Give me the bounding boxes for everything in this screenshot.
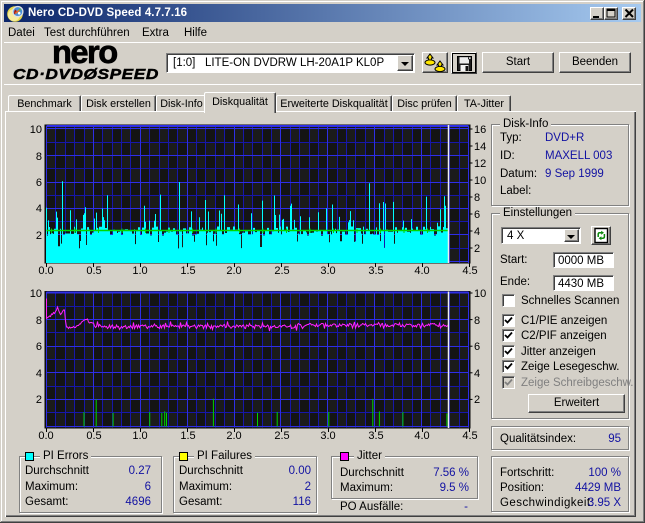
svg-text:0.5: 0.5 — [86, 430, 101, 442]
svg-text:2: 2 — [474, 243, 480, 255]
svg-text:1.5: 1.5 — [180, 265, 195, 277]
svg-text:8: 8 — [474, 192, 480, 204]
svg-text:10: 10 — [30, 288, 42, 300]
svg-text:1.0: 1.0 — [132, 430, 147, 442]
svg-text:8: 8 — [474, 315, 480, 327]
svg-text:6: 6 — [474, 341, 480, 353]
svg-text:16: 16 — [474, 124, 486, 136]
svg-text:0.5: 0.5 — [86, 265, 101, 277]
svg-text:3.5: 3.5 — [368, 430, 383, 442]
svg-text:4: 4 — [474, 368, 480, 380]
svg-text:2.5: 2.5 — [274, 430, 289, 442]
svg-text:8: 8 — [36, 151, 42, 163]
svg-text:4: 4 — [36, 203, 42, 215]
svg-text:4.0: 4.0 — [414, 265, 429, 277]
svg-text:4: 4 — [474, 226, 480, 238]
svg-text:6: 6 — [36, 177, 42, 189]
svg-text:1.0: 1.0 — [132, 265, 147, 277]
svg-text:10: 10 — [474, 288, 486, 300]
svg-text:10: 10 — [30, 124, 42, 136]
svg-text:2.5: 2.5 — [274, 265, 289, 277]
svg-text:4.5: 4.5 — [462, 265, 477, 277]
svg-text:3.0: 3.0 — [320, 265, 335, 277]
svg-text:2: 2 — [474, 394, 480, 406]
svg-text:0.0: 0.0 — [38, 265, 53, 277]
svg-text:3.0: 3.0 — [320, 430, 335, 442]
svg-text:12: 12 — [474, 158, 486, 170]
svg-text:2: 2 — [36, 230, 42, 242]
svg-text:2.0: 2.0 — [226, 265, 241, 277]
svg-text:6: 6 — [36, 341, 42, 353]
svg-text:4.0: 4.0 — [414, 430, 429, 442]
svg-text:2.0: 2.0 — [226, 430, 241, 442]
svg-text:10: 10 — [474, 175, 486, 187]
svg-text:1.5: 1.5 — [180, 430, 195, 442]
svg-text:3.5: 3.5 — [368, 265, 383, 277]
svg-text:14: 14 — [474, 141, 486, 153]
svg-text:8: 8 — [36, 315, 42, 327]
svg-text:0.0: 0.0 — [38, 430, 53, 442]
svg-text:4: 4 — [36, 368, 42, 380]
svg-text:2: 2 — [36, 394, 42, 406]
svg-text:6: 6 — [474, 209, 480, 221]
svg-text:4.5: 4.5 — [462, 430, 477, 442]
